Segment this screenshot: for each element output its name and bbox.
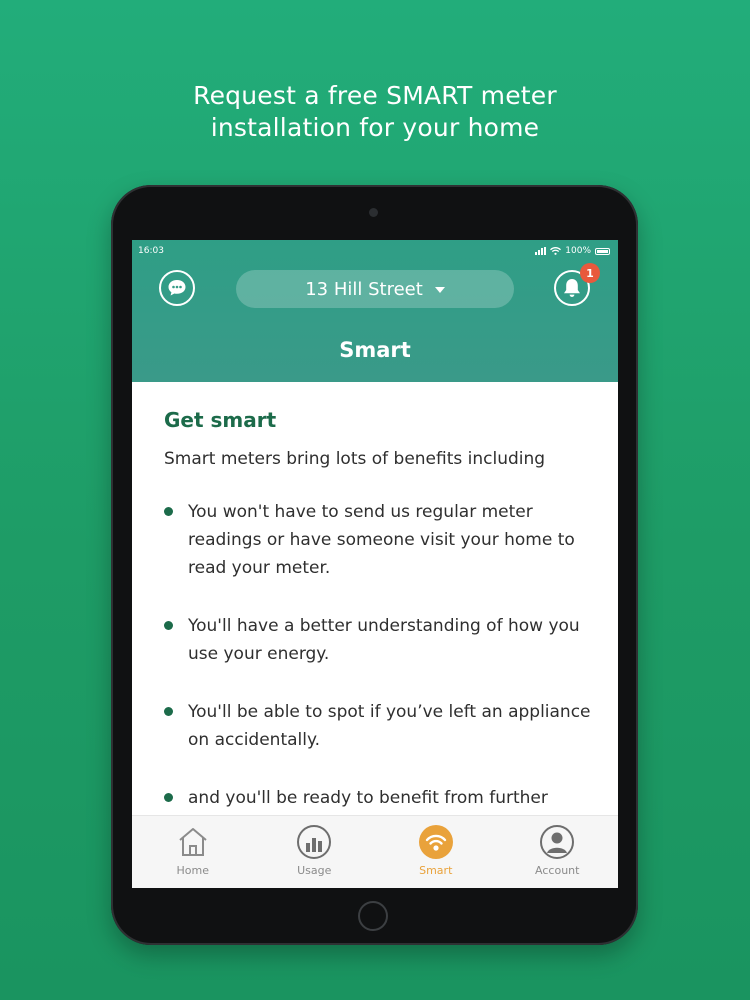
front-camera	[369, 208, 378, 217]
chat-button[interactable]	[159, 270, 195, 306]
smart-content: Get smart Smart meters bring lots of ben…	[164, 382, 592, 816]
bell-icon	[564, 279, 580, 297]
tablet-device: 16:03 100% 13 Hill Street 1 Smart Get sm…	[111, 185, 638, 945]
home-icon	[176, 824, 210, 860]
smart-meter-icon	[418, 824, 454, 860]
benefit-item: You'll have a better understanding of ho…	[164, 612, 592, 668]
app-header: 16:03 100% 13 Hill Street 1 Smart	[132, 240, 618, 382]
benefit-item: You'll be able to spot if you’ve left an…	[164, 698, 592, 754]
benefit-text: You'll have a better understanding of ho…	[188, 616, 580, 664]
status-time: 16:03	[138, 246, 164, 256]
bullet-icon	[164, 621, 173, 630]
bullet-icon	[164, 507, 173, 516]
promo-line-2: installation for your home	[210, 113, 540, 142]
promo-headline: Request a free SMART meter installation …	[0, 80, 750, 144]
notification-badge: 1	[580, 263, 600, 283]
tab-home[interactable]: Home	[132, 816, 254, 888]
tab-usage-label: Usage	[297, 864, 332, 877]
tab-smart[interactable]: Smart	[375, 816, 497, 888]
status-bar: 16:03 100%	[138, 244, 610, 258]
account-icon	[539, 824, 575, 860]
battery-icon	[595, 247, 610, 255]
notifications-button[interactable]: 1	[554, 263, 600, 306]
signal-icon	[535, 247, 547, 255]
device-home-button[interactable]	[358, 901, 388, 931]
benefit-text: and you'll be ready to benefit from furt…	[188, 788, 548, 808]
tab-smart-label: Smart	[419, 864, 453, 877]
address-selector[interactable]: 13 Hill Street	[236, 270, 514, 308]
chevron-down-icon	[434, 287, 445, 293]
app-screen: 16:03 100% 13 Hill Street 1 Smart Get sm…	[132, 240, 618, 888]
usage-chart-icon	[296, 824, 332, 860]
benefit-item: and you'll be ready to benefit from furt…	[164, 784, 592, 812]
intro-text: Smart meters bring lots of benefits incl…	[164, 449, 546, 469]
tab-account[interactable]: Account	[497, 816, 619, 888]
wifi-icon	[550, 247, 562, 255]
bullet-icon	[164, 707, 173, 716]
tab-home-label: Home	[176, 864, 209, 877]
tab-usage[interactable]: Usage	[254, 816, 376, 888]
benefits-list: You won't have to send us regular meter …	[164, 498, 592, 812]
benefit-text: You'll be able to spot if you’ve left an…	[188, 702, 591, 750]
section-heading: Get smart	[164, 408, 277, 432]
bullet-icon	[164, 793, 173, 802]
promo-line-1: Request a free SMART meter	[193, 81, 557, 110]
bottom-tab-bar: Home Usage Smart Account	[132, 815, 618, 888]
battery-percent: 100%	[565, 246, 591, 256]
page-title: Smart	[339, 338, 411, 362]
chat-bubble-icon	[168, 280, 186, 296]
benefit-text: You won't have to send us regular meter …	[188, 502, 575, 578]
tab-account-label: Account	[535, 864, 580, 877]
benefit-item: You won't have to send us regular meter …	[164, 498, 592, 582]
status-indicators: 100%	[535, 246, 610, 256]
address-label: 13 Hill Street	[305, 278, 423, 300]
